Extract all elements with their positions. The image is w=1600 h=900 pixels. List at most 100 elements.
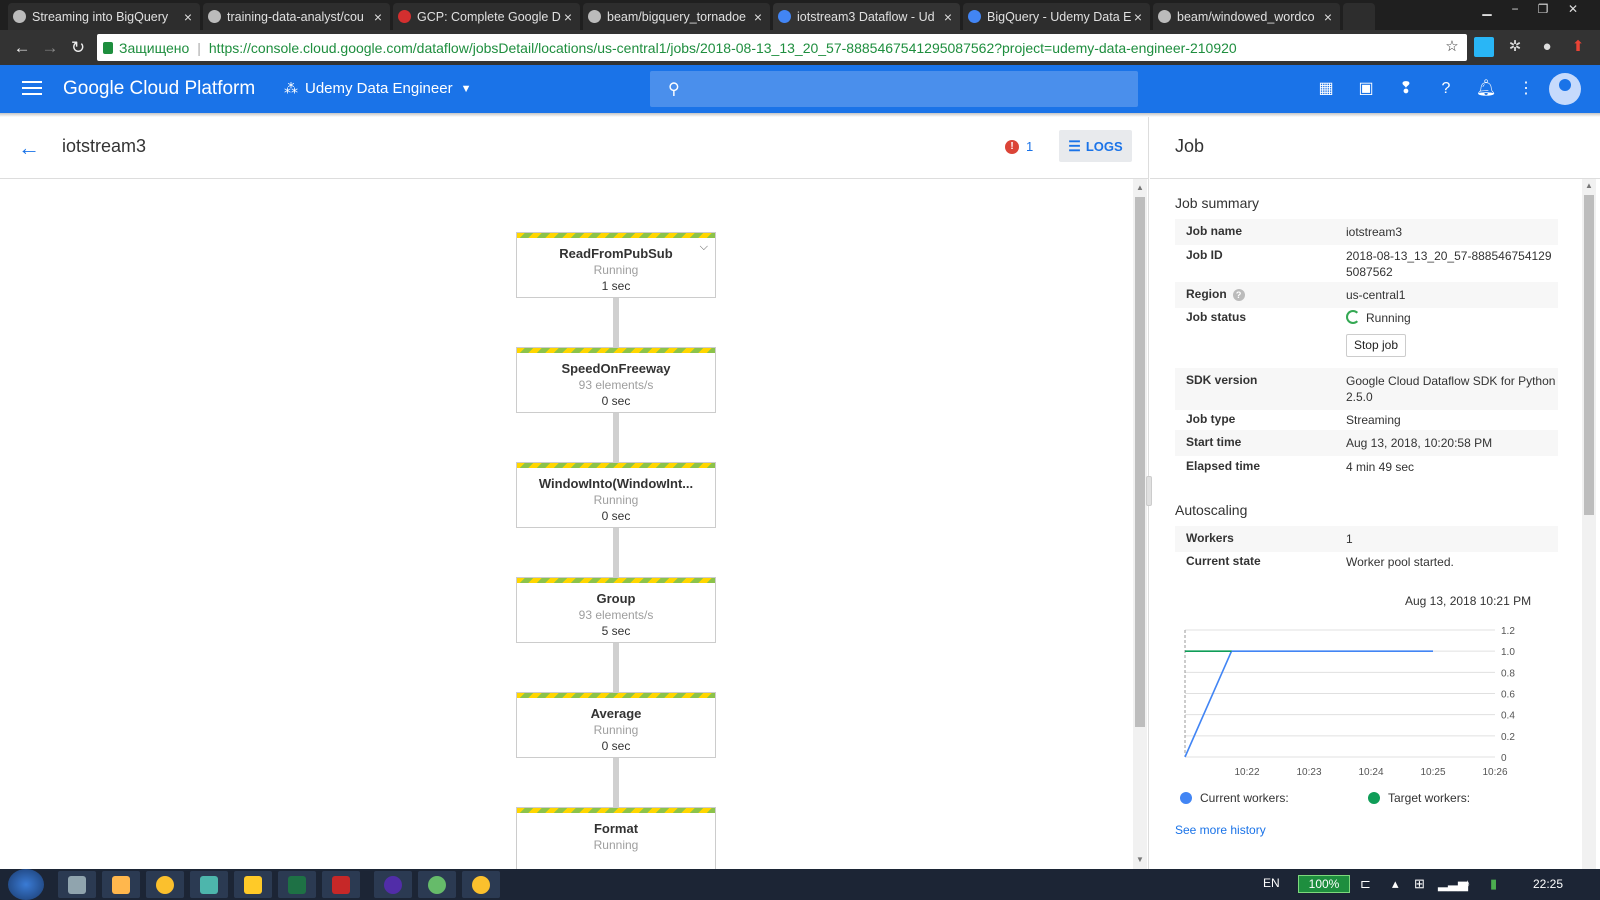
address-bar[interactable]: Защищено | https://console.cloud.google.… (97, 34, 1467, 61)
step-name: Group (596, 591, 636, 606)
x-tick-label: 10:23 (1296, 767, 1321, 778)
help-icon[interactable]: ? (1435, 78, 1457, 100)
search-input[interactable]: ⚲ (650, 71, 1138, 107)
tray-icon[interactable]: ⊏ (1360, 876, 1371, 892)
browser-tab[interactable]: beam/bigquery_tornadoe × (583, 3, 770, 30)
step-time: 0 sec (601, 509, 631, 523)
logs-button[interactable]: ☰ LOGS (1059, 130, 1132, 162)
extension-circle-icon[interactable]: ● (1537, 37, 1557, 57)
browser-tab[interactable]: Streaming into BigQuery × (8, 3, 200, 30)
forward-icon[interactable]: → (36, 38, 64, 58)
panel-scrollbar[interactable]: ▲ (1582, 179, 1596, 869)
reload-icon[interactable]: ↻ (64, 38, 92, 58)
more-vert-icon[interactable]: ⋮ (1515, 78, 1537, 100)
step-node-average[interactable]: Average Running 0 sec (516, 692, 716, 758)
row-key: Workers (1186, 531, 1234, 545)
x-tick-label: 10:24 (1358, 767, 1383, 778)
restore-window-icon[interactable]: ❐ (1530, 0, 1556, 18)
bookmark-star-icon[interactable]: ☆ (1442, 37, 1462, 57)
taskbar-app-obs[interactable] (374, 871, 412, 898)
back-icon[interactable]: ← (8, 38, 36, 58)
running-stripe (517, 578, 715, 583)
series-line-current-workers (1184, 650, 1433, 758)
extension-gear-icon[interactable]: ✲ (1505, 37, 1525, 57)
taskbar-app-chrome-2[interactable] (462, 871, 500, 898)
minimize-icon[interactable]: ▁ (1474, 0, 1500, 18)
feedback-icon[interactable]: ❢ (1395, 78, 1417, 100)
start-button[interactable] (8, 869, 44, 900)
browser-tab[interactable]: training-data-analyst/cou × (203, 3, 390, 30)
browser-tab[interactable]: BigQuery - Udemy Data E × (963, 3, 1150, 30)
update-icon[interactable]: ⬆ (1568, 37, 1588, 57)
step-node-windowinto[interactable]: WindowInto(WindowInt... Running 0 sec (516, 462, 716, 528)
tray-expand-icon[interactable]: ▴ (1392, 876, 1399, 892)
volume-icon[interactable]: ♪ (1464, 876, 1471, 891)
taskbar-app-explorer[interactable] (58, 871, 96, 898)
avatar[interactable] (1549, 73, 1581, 105)
tab-close-icon[interactable]: × (182, 9, 194, 25)
windows-flag-icon[interactable]: ⊞ (1414, 876, 1425, 892)
taskbar-app-chrome[interactable] (146, 871, 184, 898)
project-selector[interactable]: ⁂ Udemy Data Engineer ▼ (284, 80, 471, 97)
language-indicator[interactable]: EN (1263, 876, 1280, 890)
help-icon[interactable]: ? (1232, 289, 1245, 301)
notifications-bell-icon[interactable]: 🔔︎ (1475, 78, 1497, 100)
scroll-up-icon[interactable]: ▲ (1585, 181, 1593, 190)
tab-title: iotstream3 Dataflow - Ud (797, 9, 935, 24)
scroll-up-icon[interactable]: ▲ (1136, 183, 1144, 192)
step-state: Running (593, 493, 639, 507)
taskbar-app-remote[interactable] (190, 871, 228, 898)
step-node-speedonfreeway[interactable]: SpeedOnFreeway 93 elements/s 0 sec (516, 347, 716, 413)
back-arrow-icon[interactable]: ← (18, 135, 40, 161)
browser-tab-active[interactable]: iotstream3 Dataflow - Ud × (773, 3, 960, 30)
tab-close-icon[interactable]: × (1322, 9, 1334, 25)
taskbar-app-browser[interactable] (418, 871, 456, 898)
job-graph-pane: ← iotstream3 ! 1 ☰ LOGS ReadFromPubSub Runn… (0, 117, 1149, 869)
row-key: Region (1186, 287, 1227, 301)
see-more-history-link[interactable]: See more history (1175, 823, 1266, 837)
scroll-down-icon[interactable]: ▼ (1136, 855, 1144, 864)
extension-icon[interactable] (1474, 37, 1494, 57)
step-node-group[interactable]: Group 93 elements/s 5 sec (516, 577, 716, 643)
battery-tray-icon[interactable]: ▮ (1490, 876, 1497, 892)
tab-close-icon[interactable]: × (372, 9, 384, 25)
tab-close-icon[interactable]: × (1132, 9, 1144, 25)
acrobat-icon (332, 875, 350, 894)
stop-job-button[interactable]: Stop job (1346, 334, 1406, 357)
taskbar-app-folder[interactable] (234, 871, 272, 898)
new-tab-button[interactable] (1343, 3, 1375, 30)
project-name: Udemy Data Engineer (305, 80, 453, 97)
browser-tab[interactable]: beam/windowed_wordco × (1153, 3, 1340, 30)
gift-icon[interactable]: ▦ (1315, 78, 1337, 100)
tab-close-icon[interactable]: × (942, 9, 954, 25)
taskbar-app-acrobat[interactable] (322, 871, 360, 898)
tab-favicon-icon (398, 10, 411, 23)
close-window-icon[interactable]: ✕ (1560, 0, 1586, 18)
taskbar-app-paint[interactable] (102, 871, 140, 898)
row-value: Worker pool started. (1346, 555, 1454, 569)
tab-close-icon[interactable]: × (562, 9, 574, 25)
cloud-shell-icon[interactable]: ▣ (1355, 78, 1377, 100)
graph-scrollbar[interactable]: ▲ ▼ (1133, 179, 1147, 869)
tab-close-icon[interactable]: × (752, 9, 764, 25)
error-badge[interactable]: ! 1 (1005, 139, 1033, 154)
scrollbar-thumb[interactable] (1584, 195, 1594, 515)
step-node-readfrompubsub[interactable]: ReadFromPubSub Running 1 sec ⌵ (516, 232, 716, 298)
x-tick-label: 10:22 (1234, 767, 1259, 778)
browser-tab[interactable]: GCP: Complete Google D × (393, 3, 580, 30)
tab-title: Streaming into BigQuery (32, 9, 169, 24)
taskbar-app-excel[interactable] (278, 871, 316, 898)
folder-icon (244, 875, 262, 894)
step-node-format[interactable]: Format Running (516, 807, 716, 869)
clock[interactable]: 22:25 (1533, 877, 1563, 891)
running-stripe (517, 463, 715, 468)
battery-indicator[interactable]: 100% (1298, 875, 1350, 893)
chrome-icon (156, 875, 174, 894)
scrollbar-thumb[interactable] (1135, 197, 1145, 727)
expand-chevron-icon[interactable]: ⌵ (700, 241, 708, 254)
hamburger-menu-icon[interactable] (22, 81, 42, 95)
url-separator: | (197, 39, 201, 56)
gcp-brand[interactable]: Google Cloud Platform (63, 78, 255, 100)
tab-title: BigQuery - Udemy Data E (987, 9, 1132, 24)
minimize-window-icon[interactable]: − (1502, 0, 1528, 18)
